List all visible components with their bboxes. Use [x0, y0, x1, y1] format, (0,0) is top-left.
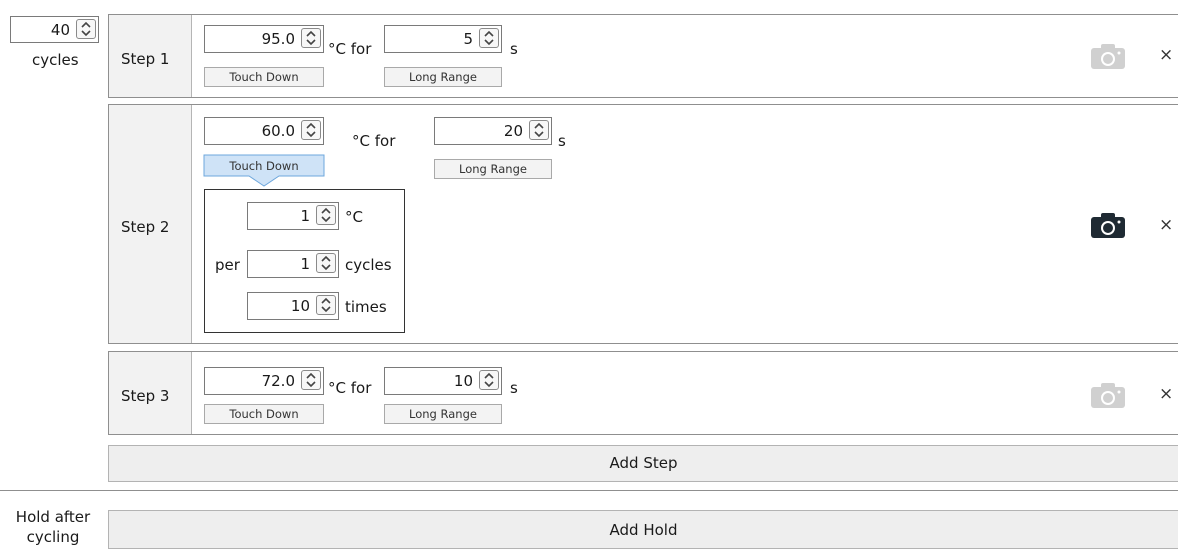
- step-1-body: 95.0 Touch Down °C for 5 Long Range s ×: [191, 15, 1178, 97]
- touchdown-settings-box: 1 °C per 1 cycles 10 times: [204, 189, 405, 333]
- spinner-icon: [484, 372, 494, 388]
- step-3-temp-input[interactable]: 72.0: [204, 367, 324, 395]
- step-1-name: Step 1: [121, 50, 170, 68]
- step-2-temp-input[interactable]: 60.0: [204, 117, 324, 145]
- step-3-temp-unit: °C for: [328, 379, 372, 397]
- step-2-camera-icon[interactable]: [1090, 211, 1126, 239]
- touchdown-times-label: times: [345, 298, 387, 316]
- spinner-icon: [484, 30, 494, 46]
- add-hold-button[interactable]: Add Hold: [108, 510, 1178, 549]
- step-2-close-button[interactable]: ×: [1159, 215, 1173, 235]
- hold-label: Hold after cycling: [15, 508, 91, 546]
- step-1-temp-unit: °C for: [328, 40, 372, 58]
- step-1-time-input[interactable]: 5: [384, 25, 502, 53]
- step-3-time-value: 10: [453, 372, 473, 390]
- spinner-icon: [321, 255, 331, 271]
- step-3-name: Step 3: [121, 387, 170, 405]
- touchdown-per-cycles-value: 1: [300, 255, 310, 273]
- touchdown-times-value: 10: [290, 297, 310, 315]
- spinner-icon: [306, 372, 316, 388]
- step-1-temp-input[interactable]: 95.0: [204, 25, 324, 53]
- step-2-time-unit: s: [558, 132, 566, 150]
- spinner-icon: [306, 30, 316, 46]
- step-1-touch-down-toggle[interactable]: Touch Down: [204, 67, 324, 87]
- step-3-camera-icon[interactable]: [1090, 381, 1126, 409]
- step-3-time-spinner[interactable]: [479, 370, 499, 390]
- step-2-temp-spinner[interactable]: [301, 120, 321, 140]
- step-3-temp-value: 72.0: [261, 372, 295, 390]
- touchdown-delta-spinner[interactable]: [316, 205, 336, 225]
- step-1-long-range-toggle[interactable]: Long Range: [384, 67, 502, 87]
- step-3-time-input[interactable]: 10: [384, 367, 502, 395]
- touchdown-delta-value: 1: [300, 207, 310, 225]
- touchdown-per-label: per: [215, 256, 240, 274]
- section-divider: [0, 490, 1178, 491]
- step-3-long-range-toggle[interactable]: Long Range: [384, 404, 502, 424]
- touchdown-times-input[interactable]: 10: [247, 292, 339, 320]
- step-1-time-unit: s: [510, 40, 518, 58]
- step-2-temp-value: 60.0: [261, 122, 295, 140]
- step-2-temp-unit: °C for: [352, 132, 396, 150]
- spinner-icon: [306, 122, 316, 138]
- touchdown-per-cycles-input[interactable]: 1: [247, 250, 339, 278]
- step-1-camera-icon[interactable]: [1090, 42, 1126, 70]
- touchdown-delta-unit: °C: [345, 208, 363, 226]
- cycles-spinner[interactable]: [76, 19, 96, 39]
- spinner-icon: [81, 21, 91, 37]
- step-1-time-spinner[interactable]: [479, 28, 499, 48]
- step-1-close-button[interactable]: ×: [1159, 45, 1173, 65]
- step-2-time-input[interactable]: 20: [434, 117, 552, 145]
- step-2-panel: Step 2 60.0 Touch Down °C for 20 Long Ra…: [108, 104, 1178, 344]
- step-2-body: 60.0 Touch Down °C for 20 Long Range s 1…: [191, 105, 1178, 343]
- step-3-panel: Step 3 72.0 Touch Down °C for 10 Long Ra…: [108, 351, 1178, 435]
- spinner-icon: [534, 122, 544, 138]
- step-2-long-range-toggle[interactable]: Long Range: [434, 159, 552, 179]
- touchdown-cycles-label: cycles: [345, 256, 392, 274]
- step-2-name: Step 2: [121, 218, 170, 236]
- cycles-input[interactable]: 40: [10, 16, 99, 43]
- step-2-time-spinner[interactable]: [529, 120, 549, 140]
- step-3-touch-down-toggle[interactable]: Touch Down: [204, 404, 324, 424]
- add-step-button[interactable]: Add Step: [108, 445, 1178, 482]
- step-1-panel: Step 1 95.0 Touch Down °C for 5 Long Ran…: [108, 14, 1178, 98]
- step-3-time-unit: s: [510, 379, 518, 397]
- touchdown-times-spinner[interactable]: [316, 295, 336, 315]
- step-1-time-value: 5: [463, 30, 473, 48]
- touchdown-per-cycles-spinner[interactable]: [316, 253, 336, 273]
- step-1-temp-value: 95.0: [261, 30, 295, 48]
- step-3-close-button[interactable]: ×: [1159, 384, 1173, 404]
- step-1-temp-spinner[interactable]: [301, 28, 321, 48]
- step-2-touch-down-label: Touch Down: [229, 159, 299, 173]
- spinner-icon: [321, 297, 331, 313]
- spinner-icon: [321, 207, 331, 223]
- cycles-label: cycles: [32, 51, 79, 69]
- step-3-temp-spinner[interactable]: [301, 370, 321, 390]
- cycles-value: 40: [50, 21, 70, 39]
- touchdown-delta-input[interactable]: 1: [247, 202, 339, 230]
- step-2-time-value: 20: [503, 122, 523, 140]
- step-3-body: 72.0 Touch Down °C for 10 Long Range s ×: [191, 352, 1178, 434]
